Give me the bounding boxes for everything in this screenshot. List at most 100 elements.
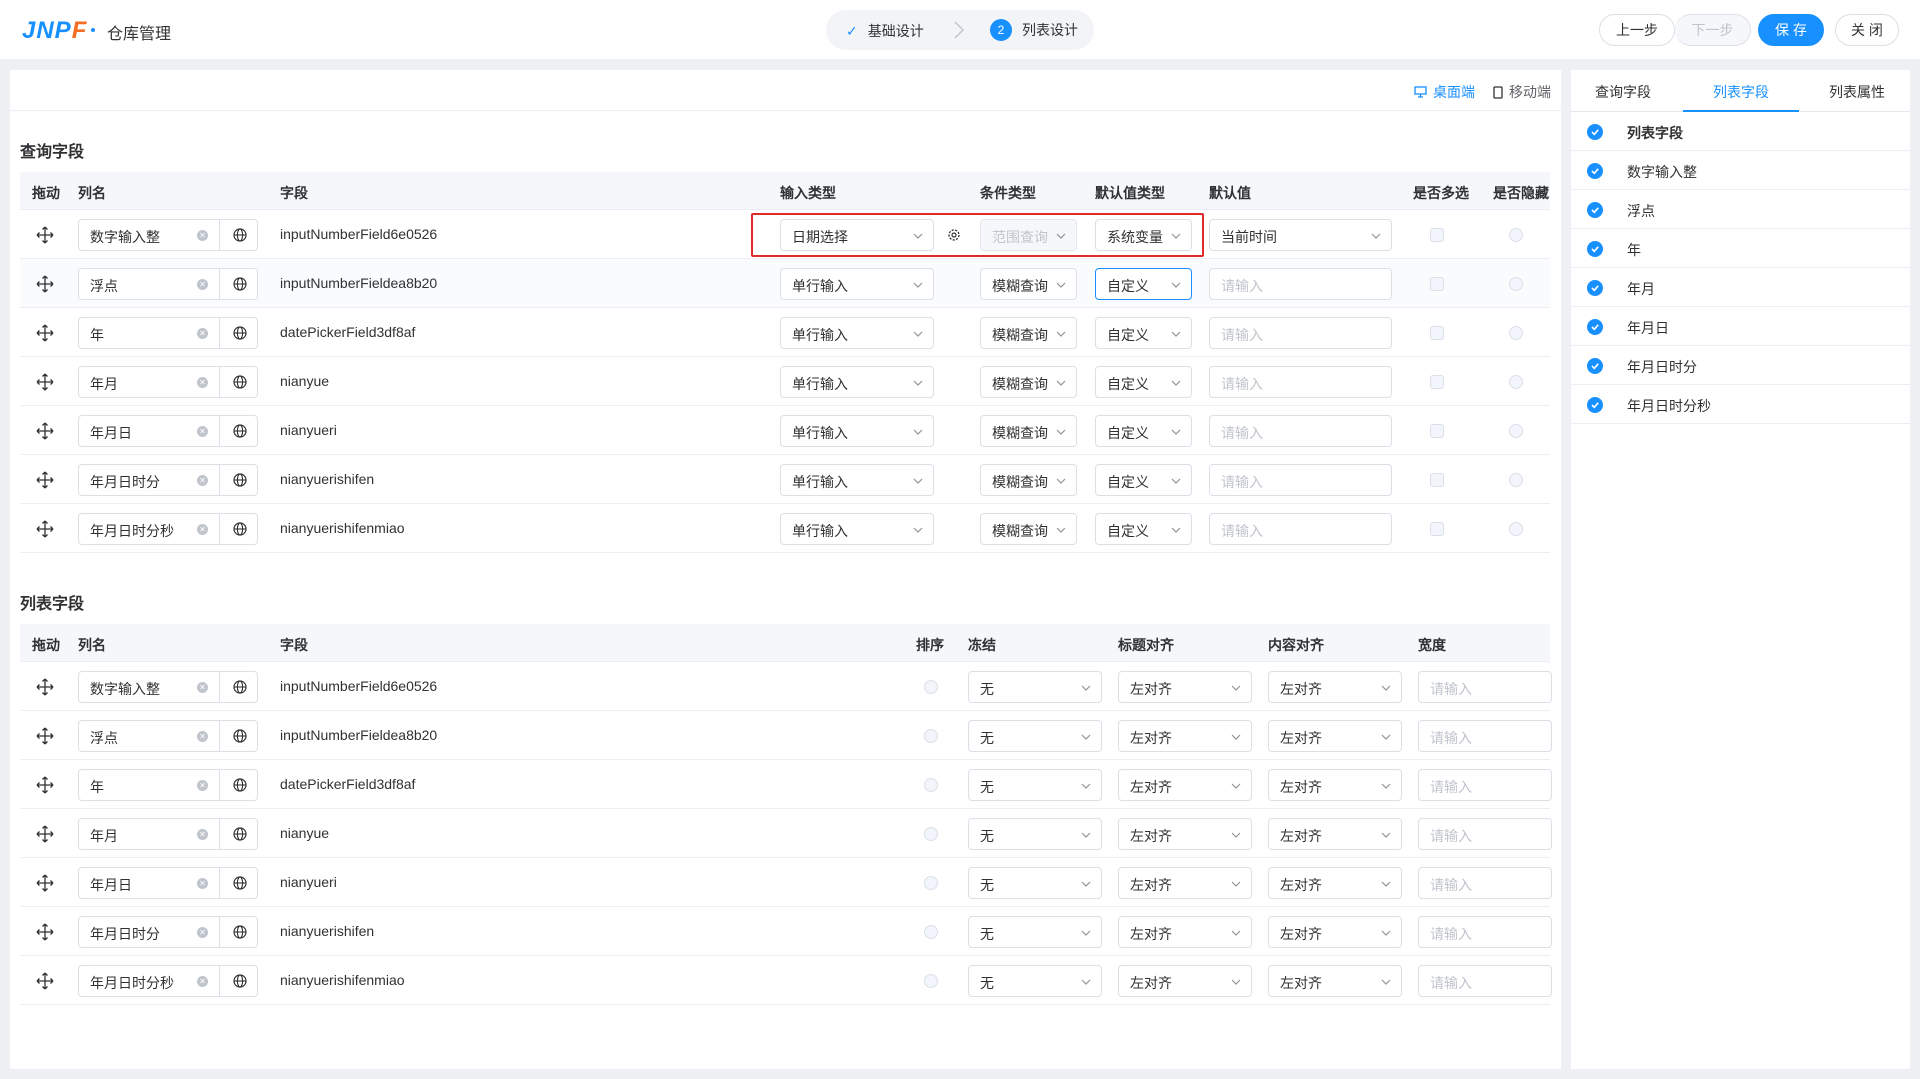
default-type-select[interactable]: 自定义 xyxy=(1095,268,1192,300)
i18n-button[interactable] xyxy=(219,769,259,801)
default-value-input[interactable]: 请输入 xyxy=(1209,513,1392,545)
condition-type-select[interactable]: 模糊查询 xyxy=(980,513,1077,545)
side-field-item[interactable]: 年月日时分 xyxy=(1571,346,1910,385)
multi-select-checkbox[interactable] xyxy=(1430,228,1444,242)
sort-checkbox[interactable] xyxy=(924,974,938,988)
device-mobile[interactable]: 移动端 xyxy=(1493,82,1551,102)
multi-select-checkbox[interactable] xyxy=(1430,375,1444,389)
condition-type-select[interactable]: 模糊查询 xyxy=(980,464,1077,496)
i18n-button[interactable] xyxy=(219,916,259,948)
multi-select-checkbox[interactable] xyxy=(1430,522,1444,536)
freeze-select[interactable]: 无 xyxy=(968,769,1102,801)
freeze-select[interactable]: 无 xyxy=(968,867,1102,899)
width-input[interactable]: 请输入 xyxy=(1418,720,1552,752)
i18n-button[interactable] xyxy=(219,720,259,752)
freeze-select[interactable]: 无 xyxy=(968,965,1102,997)
title-align-select[interactable]: 左对齐 xyxy=(1118,720,1252,752)
drag-handle-icon[interactable] xyxy=(36,520,54,538)
column-name-input[interactable]: 年月日时分秒 ✕ xyxy=(78,513,258,545)
width-input[interactable]: 请输入 xyxy=(1418,671,1552,703)
condition-type-select[interactable]: 模糊查询 xyxy=(980,268,1077,300)
side-field-item[interactable]: 列表字段 xyxy=(1571,112,1910,151)
tab-list-properties[interactable]: 列表属性 xyxy=(1829,82,1885,102)
i18n-button[interactable] xyxy=(219,464,259,496)
next-step-button[interactable]: 下一步 xyxy=(1675,14,1751,46)
default-type-select[interactable]: 自定义 xyxy=(1095,317,1192,349)
condition-type-select[interactable]: 模糊查询 xyxy=(980,317,1077,349)
checked-icon[interactable] xyxy=(1587,163,1603,179)
multi-select-checkbox[interactable] xyxy=(1430,326,1444,340)
default-value-select[interactable]: 当前时间 xyxy=(1209,219,1392,251)
tab-list-fields[interactable]: 列表字段 xyxy=(1713,82,1769,102)
clear-icon[interactable]: ✕ xyxy=(197,230,208,241)
side-field-item[interactable]: 数字输入整 xyxy=(1571,151,1910,190)
sort-checkbox[interactable] xyxy=(924,876,938,890)
clear-icon[interactable]: ✕ xyxy=(197,377,208,388)
column-name-input[interactable]: 年 ✕ xyxy=(78,769,258,801)
i18n-button[interactable] xyxy=(219,671,259,703)
clear-icon[interactable]: ✕ xyxy=(197,878,208,889)
hidden-checkbox[interactable] xyxy=(1509,326,1523,340)
sort-checkbox[interactable] xyxy=(924,778,938,792)
width-input[interactable]: 请输入 xyxy=(1418,965,1552,997)
prev-step-button[interactable]: 上一步 xyxy=(1599,14,1675,46)
width-input[interactable]: 请输入 xyxy=(1418,916,1552,948)
content-align-select[interactable]: 左对齐 xyxy=(1268,671,1402,703)
drag-handle-icon[interactable] xyxy=(36,422,54,440)
checked-icon[interactable] xyxy=(1587,319,1603,335)
default-type-select[interactable]: 自定义 xyxy=(1095,513,1192,545)
clear-icon[interactable]: ✕ xyxy=(197,475,208,486)
step-basic-design[interactable]: ✓ 基础设计 xyxy=(846,21,924,41)
i18n-button[interactable] xyxy=(219,818,259,850)
column-name-input[interactable]: 年月日 ✕ xyxy=(78,415,258,447)
freeze-select[interactable]: 无 xyxy=(968,671,1102,703)
i18n-button[interactable] xyxy=(219,317,259,349)
side-field-item[interactable]: 年月日 xyxy=(1571,307,1910,346)
column-name-input[interactable]: 浮点 ✕ xyxy=(78,268,258,300)
hidden-checkbox[interactable] xyxy=(1509,375,1523,389)
column-name-input[interactable]: 浮点 ✕ xyxy=(78,720,258,752)
clear-icon[interactable]: ✕ xyxy=(197,426,208,437)
column-name-input[interactable]: 年月日 ✕ xyxy=(78,867,258,899)
drag-handle-icon[interactable] xyxy=(36,874,54,892)
side-field-item[interactable]: 年 xyxy=(1571,229,1910,268)
drag-handle-icon[interactable] xyxy=(36,776,54,794)
save-button[interactable]: 保 存 xyxy=(1758,14,1824,46)
freeze-select[interactable]: 无 xyxy=(968,720,1102,752)
drag-handle-icon[interactable] xyxy=(36,972,54,990)
sort-checkbox[interactable] xyxy=(924,729,938,743)
hidden-checkbox[interactable] xyxy=(1509,424,1523,438)
close-button[interactable]: 关 闭 xyxy=(1835,14,1899,46)
clear-icon[interactable]: ✕ xyxy=(197,279,208,290)
freeze-select[interactable]: 无 xyxy=(968,818,1102,850)
freeze-select[interactable]: 无 xyxy=(968,916,1102,948)
checked-icon[interactable] xyxy=(1587,397,1603,413)
multi-select-checkbox[interactable] xyxy=(1430,424,1444,438)
content-align-select[interactable]: 左对齐 xyxy=(1268,965,1402,997)
drag-handle-icon[interactable] xyxy=(36,471,54,489)
checked-icon[interactable] xyxy=(1587,202,1603,218)
sort-checkbox[interactable] xyxy=(924,925,938,939)
default-value-input[interactable]: 请输入 xyxy=(1209,415,1392,447)
clear-icon[interactable]: ✕ xyxy=(197,731,208,742)
column-name-input[interactable]: 年月 ✕ xyxy=(78,366,258,398)
content-align-select[interactable]: 左对齐 xyxy=(1268,769,1402,801)
checked-icon[interactable] xyxy=(1587,241,1603,257)
default-value-input[interactable]: 请输入 xyxy=(1209,268,1392,300)
default-value-input[interactable]: 请输入 xyxy=(1209,464,1392,496)
default-value-input[interactable]: 请输入 xyxy=(1209,366,1392,398)
i18n-button[interactable] xyxy=(219,965,259,997)
sort-checkbox[interactable] xyxy=(924,827,938,841)
clear-icon[interactable]: ✕ xyxy=(197,976,208,987)
column-name-input[interactable]: 数字输入整 ✕ xyxy=(78,671,258,703)
i18n-button[interactable] xyxy=(219,219,259,251)
input-type-select[interactable]: 单行输入 xyxy=(780,415,934,447)
content-align-select[interactable]: 左对齐 xyxy=(1268,916,1402,948)
checked-icon[interactable] xyxy=(1587,280,1603,296)
input-type-select[interactable]: 单行输入 xyxy=(780,268,934,300)
drag-handle-icon[interactable] xyxy=(36,373,54,391)
clear-icon[interactable]: ✕ xyxy=(197,682,208,693)
hidden-checkbox[interactable] xyxy=(1509,277,1523,291)
column-name-input[interactable]: 年月 ✕ xyxy=(78,818,258,850)
step-list-design[interactable]: 2 列表设计 xyxy=(990,19,1078,41)
